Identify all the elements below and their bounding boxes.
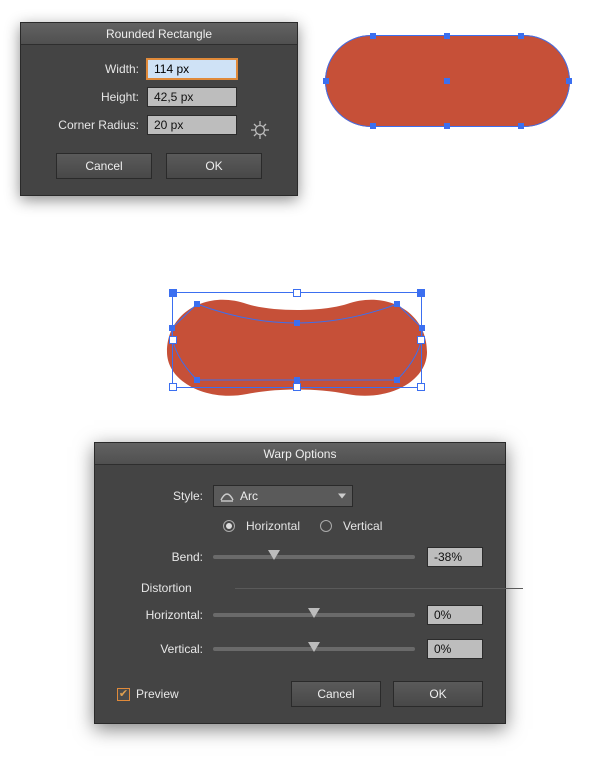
ok-button[interactable]: OK: [166, 153, 262, 179]
anchor-point[interactable]: [518, 123, 524, 129]
orientation-row: Horizontal Vertical: [117, 519, 483, 533]
corner-radius-label: Corner Radius:: [37, 118, 147, 132]
distortion-vertical-input[interactable]: 0%: [427, 639, 483, 659]
slider-thumb[interactable]: [308, 608, 320, 618]
width-input[interactable]: 114 px: [147, 59, 237, 79]
warp-options-dialog[interactable]: Warp Options Style: Arc Horizontal Verti…: [94, 442, 506, 724]
anchor-point[interactable]: [566, 78, 572, 84]
bbox-handle[interactable]: [293, 383, 301, 391]
width-row: Width: 114 px: [37, 59, 281, 79]
center-point[interactable]: [444, 78, 450, 84]
dialog-footer: ✔ Preview Cancel OK: [117, 681, 483, 707]
style-value: Arc: [240, 489, 258, 503]
chevron-down-icon: [338, 494, 346, 499]
height-row: Height: 42,5 px: [37, 87, 281, 107]
bounding-box[interactable]: [172, 292, 422, 388]
width-label: Width:: [37, 62, 147, 76]
dialog-titlebar[interactable]: Warp Options: [95, 443, 505, 465]
bbox-handle[interactable]: [293, 289, 301, 297]
warped-shape[interactable]: [152, 282, 442, 402]
constrain-proportions-icon[interactable]: [249, 119, 271, 141]
dialog-titlebar[interactable]: Rounded Rectangle: [21, 23, 297, 45]
dialog-title: Warp Options: [264, 447, 337, 461]
cancel-button[interactable]: Cancel: [291, 681, 381, 707]
distortion-vertical-slider[interactable]: [213, 647, 415, 651]
bend-value-input[interactable]: -38%: [427, 547, 483, 567]
dialog-body: Width: 114 px Height: 42,5 px Corner Rad…: [21, 45, 297, 195]
slider-thumb[interactable]: [268, 550, 280, 560]
anchor-point[interactable]: [518, 33, 524, 39]
check-icon: ✔: [119, 689, 128, 700]
horizontal-radio[interactable]: [223, 520, 235, 532]
bbox-handle[interactable]: [169, 383, 177, 391]
vertical-radio[interactable]: [320, 520, 332, 532]
distortion-horizontal-input[interactable]: 0%: [427, 605, 483, 625]
height-label: Height:: [37, 90, 147, 104]
arc-icon: [220, 490, 234, 502]
corner-radius-input[interactable]: 20 px: [147, 115, 237, 135]
distortion-horizontal-slider[interactable]: [213, 613, 415, 617]
horizontal-radio-label: Horizontal: [246, 519, 300, 533]
vertical-radio-label: Vertical: [343, 519, 382, 533]
style-label: Style:: [117, 489, 213, 503]
bbox-handle[interactable]: [169, 289, 177, 297]
divider: [235, 588, 523, 589]
bbox-handle[interactable]: [417, 289, 425, 297]
rounded-rectangle-dialog[interactable]: Rounded Rectangle Width: 114 px Height: …: [20, 22, 298, 196]
dialog-title: Rounded Rectangle: [106, 27, 212, 41]
preview-checkbox[interactable]: ✔: [117, 688, 130, 701]
ok-button[interactable]: OK: [393, 681, 483, 707]
anchor-point[interactable]: [444, 33, 450, 39]
cancel-button[interactable]: Cancel: [56, 153, 152, 179]
preview-label: Preview: [136, 687, 179, 701]
distortion-vertical-row: Vertical: 0%: [117, 639, 483, 659]
anchor-point[interactable]: [370, 123, 376, 129]
corner-radius-row: Corner Radius: 20 px: [37, 115, 281, 135]
bend-slider[interactable]: [213, 555, 415, 559]
anchor-point[interactable]: [370, 33, 376, 39]
bbox-handle[interactable]: [169, 336, 177, 344]
distortion-horizontal-label: Horizontal:: [117, 608, 213, 622]
height-input[interactable]: 42,5 px: [147, 87, 237, 107]
dialog-body: Style: Arc Horizontal Vertical Bend:: [95, 465, 505, 723]
dialog-buttons: Cancel OK: [37, 153, 281, 179]
rounded-rectangle-shape[interactable]: [325, 35, 570, 127]
anchor-point[interactable]: [444, 123, 450, 129]
bend-row: Bend: -38%: [117, 547, 483, 567]
bbox-handle[interactable]: [417, 336, 425, 344]
distortion-vertical-label: Vertical:: [117, 642, 213, 656]
slider-thumb[interactable]: [308, 642, 320, 652]
anchor-point[interactable]: [323, 78, 329, 84]
distortion-section-label: Distortion: [141, 581, 483, 595]
distortion-horizontal-row: Horizontal: 0%: [117, 605, 483, 625]
style-row: Style: Arc: [117, 485, 483, 507]
bend-label: Bend:: [117, 550, 213, 564]
style-select[interactable]: Arc: [213, 485, 353, 507]
bbox-handle[interactable]: [417, 383, 425, 391]
distortion-label-text: Distortion: [141, 581, 192, 595]
